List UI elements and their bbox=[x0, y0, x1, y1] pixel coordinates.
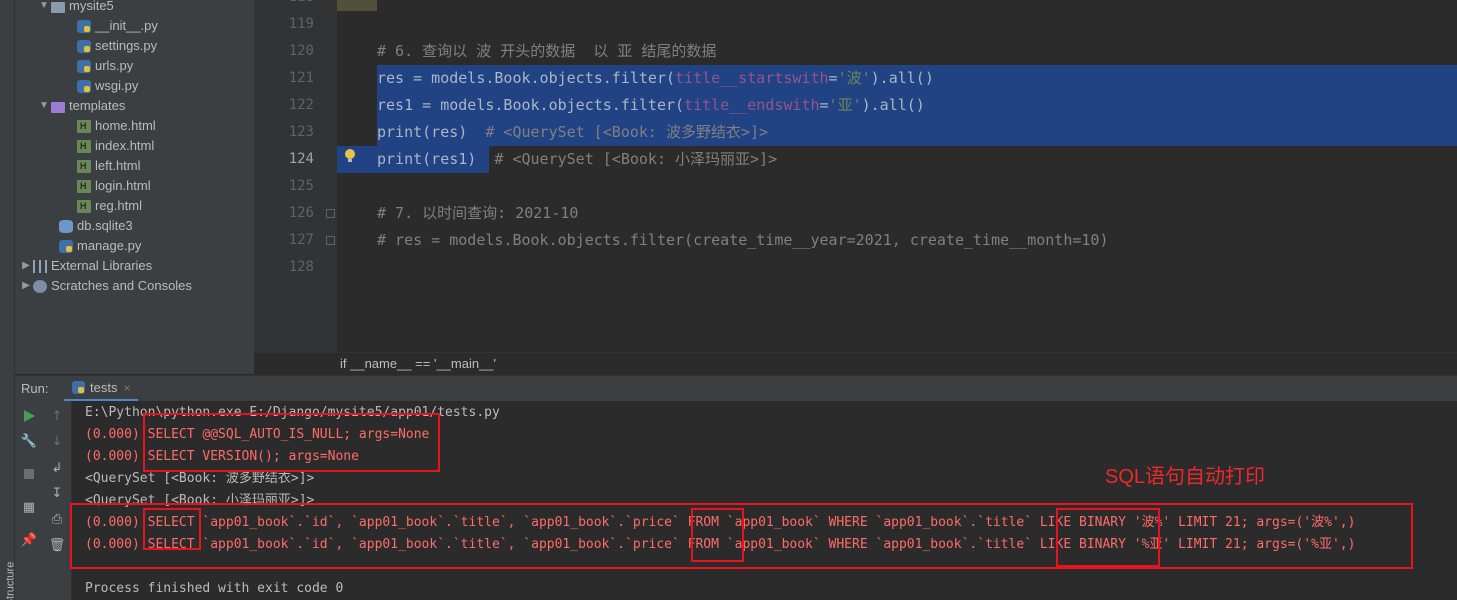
html-file-icon bbox=[77, 159, 91, 173]
run-actions-toolbar: 🔧 ▦ 📌 bbox=[15, 401, 42, 600]
python-file-icon bbox=[77, 79, 91, 93]
highlight-box-init-queries bbox=[143, 413, 440, 472]
tree-item-home-html[interactable]: home.html bbox=[77, 116, 156, 136]
library-icon bbox=[33, 259, 47, 273]
line-number: 126 bbox=[288, 205, 314, 221]
database-icon bbox=[59, 219, 73, 233]
tab-tests[interactable]: tests × bbox=[64, 376, 139, 402]
trash-icon[interactable]: 🗑 bbox=[49, 537, 66, 553]
search-highlight-marker bbox=[337, 0, 377, 11]
line-number: 118 bbox=[254, 0, 314, 11]
html-file-icon bbox=[77, 139, 91, 153]
tree-item-db-sqlite[interactable]: db.sqlite3 bbox=[59, 216, 133, 236]
code-line-126: # 7. 以时间查询: 2021-10 bbox=[377, 204, 579, 222]
python-file-icon bbox=[77, 39, 91, 53]
chevron-right-icon[interactable]: ▶ bbox=[19, 256, 33, 276]
tree-item-manage[interactable]: manage.py bbox=[59, 236, 141, 256]
layout-icon[interactable]: ▦ bbox=[21, 499, 37, 515]
left-tool-strip: Structure bbox=[0, 0, 16, 600]
tree-item-settings[interactable]: settings.py bbox=[77, 36, 157, 56]
line-number: 123 bbox=[288, 124, 314, 140]
folder-icon bbox=[51, 1, 65, 13]
code-line-127: # res = models.Book.objects.filter(creat… bbox=[377, 231, 1109, 249]
tree-item-reg-html[interactable]: reg.html bbox=[77, 196, 142, 216]
stop-icon[interactable] bbox=[21, 466, 37, 482]
line-number: 122 bbox=[288, 97, 314, 113]
tree-item-login-html[interactable]: login.html bbox=[77, 176, 151, 196]
close-icon[interactable]: × bbox=[123, 381, 130, 395]
fold-marker-icon[interactable] bbox=[326, 209, 335, 218]
tree-item-urls[interactable]: urls.py bbox=[77, 56, 133, 76]
html-file-icon bbox=[77, 199, 91, 213]
editor-breadcrumb[interactable]: if __name__ == '__main__' bbox=[254, 352, 1457, 374]
tree-item-external-libraries[interactable]: ▶ External Libraries bbox=[19, 256, 152, 276]
console-line: Process finished with exit code 0 bbox=[85, 581, 344, 596]
python-file-icon bbox=[77, 59, 91, 73]
line-number: 119 bbox=[288, 16, 314, 32]
annotation-label: SQL语句自动打印 bbox=[1105, 466, 1266, 488]
arrow-down-icon[interactable]: ↓ bbox=[49, 433, 65, 449]
highlight-box-like-binary bbox=[1056, 508, 1160, 567]
print-icon[interactable]: ⎙ bbox=[49, 511, 65, 527]
python-file-icon bbox=[59, 239, 73, 253]
chevron-down-icon[interactable]: ▼ bbox=[37, 96, 51, 116]
chevron-down-icon[interactable]: ▼ bbox=[37, 0, 51, 16]
ide-window: Structure ▼ mysite5 __init__.py settings.… bbox=[0, 0, 1457, 600]
soft-wrap-icon[interactable]: ↲ bbox=[49, 460, 65, 476]
current-line-number: 124 bbox=[288, 151, 314, 167]
arrow-up-icon[interactable]: ↑ bbox=[49, 408, 65, 424]
scroll-to-end-icon[interactable]: ↧ bbox=[49, 485, 65, 501]
code-line-120: # 6. 查询以 波 开头的数据 以 亚 结尾的数据 bbox=[377, 42, 717, 60]
python-icon bbox=[72, 381, 85, 394]
line-number: 120 bbox=[288, 43, 314, 59]
code-line-122: res1 = models.Book.objects.filter(title_… bbox=[377, 96, 925, 114]
tree-item-scratches[interactable]: ▶ Scratches and Consoles bbox=[19, 276, 192, 296]
run-toolbar: Run: tests × bbox=[15, 375, 1457, 402]
wrench-icon[interactable]: 🔧 bbox=[21, 433, 37, 449]
folder-icon bbox=[51, 101, 65, 113]
tree-item-init[interactable]: __init__.py bbox=[77, 16, 158, 36]
line-number: 125 bbox=[288, 178, 314, 194]
pin-icon[interactable]: 📌 bbox=[21, 532, 37, 548]
code-line-121: res = models.Book.objects.filter(title__… bbox=[377, 69, 934, 87]
project-tree: ▼ mysite5 __init__.py settings.py urls.py… bbox=[15, 0, 254, 374]
tree-item-left-html[interactable]: left.html bbox=[77, 156, 141, 176]
html-file-icon bbox=[77, 179, 91, 193]
fold-marker-icon[interactable] bbox=[326, 236, 335, 245]
line-number: 121 bbox=[288, 70, 314, 86]
highlight-box-select bbox=[143, 508, 201, 550]
html-file-icon bbox=[77, 119, 91, 133]
tree-item-wsgi[interactable]: wsgi.py bbox=[77, 76, 138, 96]
code-line-123: print(res) # <QuerySet [<Book: 波多野结衣>]> bbox=[377, 123, 769, 141]
code-editor[interactable]: 118 119 120 121 122 123 124 125 126 127 … bbox=[254, 0, 1457, 374]
tree-item-index-html[interactable]: index.html bbox=[77, 136, 154, 156]
code-line-124: print(res1) # <QuerySet [<Book: 小泽玛丽亚>]> bbox=[377, 150, 778, 168]
tree-item-templates[interactable]: ▼ templates bbox=[37, 96, 125, 116]
highlight-box-from bbox=[691, 508, 744, 562]
lightbulb-icon[interactable] bbox=[345, 149, 355, 162]
tree-item-mysite5[interactable]: ▼ mysite5 bbox=[37, 0, 114, 16]
python-file-icon bbox=[77, 19, 91, 33]
console-actions-toolbar: ↑ ↓ ↲ ↧ ⎙ 🗑 bbox=[42, 401, 72, 600]
run-label: Run: bbox=[21, 381, 49, 396]
line-number: 127 bbox=[288, 232, 314, 248]
chevron-right-icon[interactable]: ▶ bbox=[19, 276, 33, 296]
line-number: 128 bbox=[288, 259, 314, 275]
scratches-icon bbox=[33, 279, 47, 293]
rerun-icon[interactable] bbox=[21, 408, 37, 424]
